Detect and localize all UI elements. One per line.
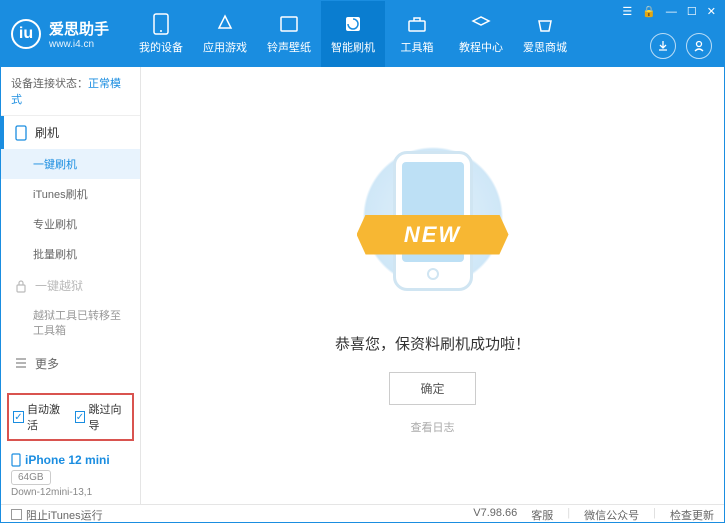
device-status: 设备连接状态：正常模式: [1, 67, 140, 116]
maximize-button[interactable]: ☐: [687, 5, 697, 18]
status-bar-footer: 阻止iTunes运行 V7.98.66 客服| 微信公众号| 检查更新: [1, 504, 724, 524]
logo-icon: iu: [11, 19, 41, 49]
sidebar-item-pro[interactable]: 专业刷机: [1, 209, 140, 239]
nav-ringtones[interactable]: 铃声壁纸: [257, 1, 321, 67]
sidebar-group-more[interactable]: 更多: [1, 347, 140, 380]
app-name: 爱思助手: [49, 18, 109, 39]
sidebar-group-flash[interactable]: 刷机: [1, 116, 140, 149]
main-nav: 我的设备 应用游戏 铃声壁纸 智能刷机 工具箱 教程中心 爱思商城: [129, 1, 577, 67]
nav-toolbox[interactable]: 工具箱: [385, 1, 449, 67]
wallpaper-icon: [278, 13, 300, 35]
menu-icon: [15, 357, 27, 369]
app-url: www.i4.cn: [49, 39, 109, 50]
sidebar-item-other[interactable]: 其他工具: [1, 380, 140, 387]
phone-icon: [15, 125, 27, 141]
sidebar-item-itunes[interactable]: iTunes刷机: [1, 179, 140, 209]
success-illustration: NEW: [353, 137, 513, 317]
sidebar-group-jailbreak[interactable]: 一键越狱: [1, 269, 140, 302]
lock-icon: [15, 279, 27, 293]
options-highlight: ✓自动激活 ✓跳过向导: [7, 393, 134, 441]
sidebar: 设备连接状态：正常模式 刷机 一键刷机 iTunes刷机 专业刷机 批量刷机 一…: [1, 67, 141, 504]
sidebar-item-oneclick[interactable]: 一键刷机: [1, 149, 140, 179]
device-storage: 64GB: [11, 470, 51, 485]
nav-store[interactable]: 爱思商城: [513, 1, 577, 67]
ok-button[interactable]: 确定: [389, 372, 475, 405]
toolbox-icon: [406, 13, 428, 35]
download-button[interactable]: [650, 33, 676, 59]
menu-icon[interactable]: ☰: [622, 5, 632, 18]
device-info: iPhone 12 mini 64GB Down-12mini-13,1: [1, 447, 140, 504]
update-link[interactable]: 检查更新: [670, 507, 714, 523]
success-message: 恭喜您，保资料刷机成功啦！: [335, 333, 530, 354]
checkbox-skip-guide[interactable]: ✓跳过向导: [75, 401, 129, 433]
jailbreak-note: 越狱工具已转移至工具箱: [1, 302, 140, 347]
device-name[interactable]: iPhone 12 mini: [11, 453, 130, 467]
close-button[interactable]: ✕: [707, 5, 716, 18]
phone-icon: [150, 13, 172, 35]
wechat-link[interactable]: 微信公众号: [584, 507, 639, 523]
tutorial-icon: [470, 13, 492, 35]
main-content: NEW 恭喜您，保资料刷机成功啦！ 确定 查看日志: [141, 67, 724, 504]
checkbox-block-itunes[interactable]: [11, 509, 22, 520]
apps-icon: [214, 13, 236, 35]
nav-flash[interactable]: 智能刷机: [321, 1, 385, 67]
title-bar: iu 爱思助手 www.i4.cn 我的设备 应用游戏 铃声壁纸 智能刷机 工具…: [1, 1, 724, 67]
user-button[interactable]: [686, 33, 712, 59]
block-itunes-label: 阻止iTunes运行: [26, 507, 103, 523]
nav-tutorials[interactable]: 教程中心: [449, 1, 513, 67]
store-icon: [534, 13, 556, 35]
new-banner: NEW: [357, 215, 509, 255]
nav-apps[interactable]: 应用游戏: [193, 1, 257, 67]
phone-icon: [11, 453, 21, 467]
view-log-link[interactable]: 查看日志: [411, 419, 455, 435]
flash-icon: [342, 13, 364, 35]
logo: iu 爱思助手 www.i4.cn: [11, 18, 109, 50]
service-link[interactable]: 客服: [531, 507, 553, 523]
checkbox-auto-activate[interactable]: ✓自动激活: [13, 401, 67, 433]
version-label: V7.98.66: [473, 507, 517, 523]
header-actions: [650, 33, 712, 59]
minimize-button[interactable]: —: [666, 6, 677, 18]
lock-icon[interactable]: 🔒: [642, 5, 656, 18]
nav-my-device[interactable]: 我的设备: [129, 1, 193, 67]
window-controls: ☰ 🔒 — ☐ ✕: [622, 5, 716, 18]
sidebar-item-batch[interactable]: 批量刷机: [1, 239, 140, 269]
device-model: Down-12mini-13,1: [11, 487, 130, 498]
